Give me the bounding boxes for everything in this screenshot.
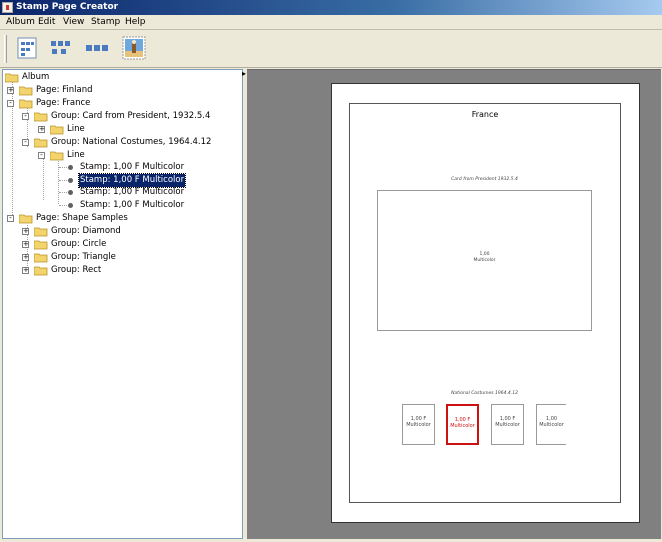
expand-icon[interactable]: +	[7, 87, 14, 94]
stamp-color: Multicolor	[450, 423, 475, 429]
folder-open-icon	[19, 214, 33, 224]
tree-label: Group: National Costumes, 1964.4.12	[51, 137, 212, 147]
tree-label: Stamp: 1,00 F Multicolor	[80, 162, 185, 172]
collapse-icon[interactable]: -	[7, 215, 14, 222]
stamp-frame[interactable]: 1,00 Multicolor	[536, 404, 566, 445]
folder-icon	[34, 266, 48, 276]
tree-label: Stamp: 1,00 F Multicolor	[80, 187, 185, 197]
title-bar[interactable]: Stamp Page Creator	[0, 0, 662, 15]
folder-icon	[34, 240, 48, 250]
group-label: National Costumes 1964.4.12	[451, 391, 518, 396]
album-tree[interactable]: Album + Page: Finland - Page: France - G…	[2, 69, 243, 539]
tree-node-group[interactable]: - Group: Card from President, 1932.5.4	[3, 110, 242, 123]
tree-node-page[interactable]: + Page: Finland	[3, 84, 242, 97]
stamp-color: Multicolor	[495, 422, 520, 428]
tree-label: Page: France	[36, 98, 91, 108]
stamp-frame-selected[interactable]: 1,00 F Multicolor	[446, 404, 479, 445]
tree-label: Stamp: 1,00 F Multicolor	[80, 200, 185, 210]
page-title: France	[471, 110, 499, 119]
toolbar-grip[interactable]	[4, 35, 7, 63]
stamp-node-icon	[68, 178, 73, 183]
tree-label: Group: Rect	[51, 265, 102, 275]
stamp-node-icon	[68, 190, 73, 195]
folder-open-icon	[34, 112, 48, 122]
tree-node-page[interactable]: - Page: Shape Samples	[3, 212, 242, 225]
stamp-node-icon	[68, 165, 73, 170]
expand-icon[interactable]: +	[22, 254, 29, 261]
tree-node-stamp[interactable]: Stamp: 1,00 F Multicolor	[3, 186, 242, 199]
add-group-button[interactable]	[49, 35, 75, 61]
tree-label: Group: Card from President, 1932.5.4	[51, 111, 211, 121]
tree-label: Page: Shape Samples	[36, 213, 128, 223]
menu-stamp[interactable]: Stamp	[89, 16, 122, 29]
tree-node-group[interactable]: + Group: Triangle	[3, 251, 242, 264]
expand-icon[interactable]: +	[22, 228, 29, 235]
folder-open-icon	[5, 73, 19, 83]
stamp-color: Multicolor	[539, 422, 564, 428]
folder-open-icon	[50, 151, 64, 161]
menu-bar: Album Edit View Stamp Help	[0, 15, 662, 30]
collapse-icon[interactable]: -	[22, 139, 29, 146]
tree-node-stamp[interactable]: Stamp: 1,00 F Multicolor	[3, 199, 242, 212]
menu-edit[interactable]: Edit	[36, 16, 57, 29]
tree-node-page[interactable]: - Page: France	[3, 97, 242, 110]
add-group-icon	[51, 41, 70, 54]
stamp-color: Multicolor	[406, 422, 431, 428]
folder-open-icon	[19, 99, 33, 109]
tree-node-group[interactable]: - Group: National Costumes, 1964.4.12	[3, 136, 242, 149]
add-stamp-image-icon	[122, 36, 146, 60]
folder-icon	[34, 227, 48, 237]
collapse-icon[interactable]: -	[7, 100, 14, 107]
stamp-text: 1,00 Multicolor	[377, 252, 592, 264]
add-stamp-image-button[interactable]	[121, 35, 147, 61]
stamp-frame[interactable]: 1,00 F Multicolor	[491, 404, 524, 445]
splitter-arrow-icon[interactable]: ▸	[242, 70, 246, 78]
stamp-color: Multicolor	[473, 258, 496, 263]
menu-help[interactable]: Help	[123, 16, 148, 29]
expand-icon[interactable]: +	[38, 126, 45, 133]
expand-icon[interactable]: +	[22, 267, 29, 274]
expand-icon[interactable]: +	[22, 241, 29, 248]
folder-icon	[19, 86, 33, 96]
window-title: Stamp Page Creator	[16, 2, 119, 12]
app-icon	[2, 2, 13, 13]
add-line-button[interactable]	[84, 35, 110, 61]
add-line-icon	[86, 45, 108, 51]
tree-label: Page: Finland	[36, 85, 93, 95]
folder-icon	[50, 125, 64, 135]
tree-label: Group: Circle	[51, 239, 107, 249]
tree-node-group[interactable]: + Group: Rect	[3, 264, 242, 277]
tree-node-line[interactable]: + Line	[3, 123, 242, 136]
new-page-button[interactable]	[14, 35, 40, 61]
group-label: Card from President 1932.5.4	[451, 177, 518, 182]
tree-node-stamp[interactable]: Stamp: 1,00 F Multicolor	[3, 161, 242, 174]
toolbar	[0, 30, 662, 68]
stamp-node-icon	[68, 203, 73, 208]
menu-view[interactable]: View	[61, 16, 86, 29]
folder-icon	[34, 253, 48, 263]
tree-label: Group: Diamond	[51, 226, 121, 236]
new-page-icon	[17, 37, 37, 59]
folder-open-icon	[34, 138, 48, 148]
collapse-icon[interactable]: -	[38, 152, 45, 159]
stamp-frame[interactable]: 1,00 F Multicolor	[402, 404, 435, 445]
tree-node-album[interactable]: Album	[3, 71, 242, 84]
collapse-icon[interactable]: -	[22, 113, 29, 120]
tree-node-group[interactable]: + Group: Diamond	[3, 225, 242, 238]
app-window: Stamp Page Creator Album Edit View Stamp…	[0, 0, 662, 542]
tree-node-group[interactable]: + Group: Circle	[3, 238, 242, 251]
menu-album[interactable]: Album	[4, 16, 37, 29]
tree-label: Album	[22, 72, 50, 82]
tree-label: Group: Triangle	[51, 252, 116, 262]
tree-label: Line	[67, 124, 85, 134]
